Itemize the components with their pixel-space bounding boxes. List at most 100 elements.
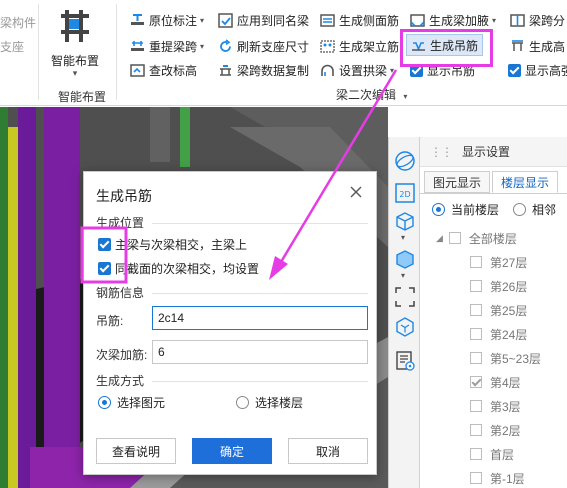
select-floor-label: 选择楼层 <box>255 396 304 410</box>
solid-view-button[interactable] <box>393 247 417 271</box>
all-floors-checkbox[interactable] <box>448 232 461 244</box>
floor-checkbox[interactable] <box>470 376 482 388</box>
floor-checkbox[interactable] <box>470 472 482 484</box>
floor-checkbox[interactable] <box>470 256 482 268</box>
set-arch-beam-button[interactable]: 设置拱梁 ▾ <box>320 60 394 80</box>
floor-list-item[interactable]: 第27层 <box>470 251 527 273</box>
floor-scope-radios: 当前楼层 相邻 <box>432 201 556 218</box>
chevron-down-icon[interactable]: ▾ <box>401 233 405 242</box>
select-frame-button[interactable] <box>393 285 417 309</box>
3d-view-button[interactable] <box>393 209 417 233</box>
checkbox-checked-icon <box>98 238 111 251</box>
all-floors-item[interactable]: ◢ 全部楼层 <box>436 227 517 249</box>
section-divider <box>152 223 368 224</box>
generate-side-rebar-label: 生成侧面筋 <box>339 13 400 28</box>
tab-element-display[interactable]: 图元显示 <box>424 171 491 193</box>
floor-label: 第5~23层 <box>490 351 542 366</box>
cancel-button[interactable]: 取消 <box>288 438 368 464</box>
chevron-down-icon: ▾ <box>390 65 395 75</box>
section-divider <box>152 381 368 382</box>
span-split-icon <box>510 13 525 27</box>
support-label[interactable]: 支座 <box>0 38 24 55</box>
chevron-down-icon[interactable]: ▾ <box>401 271 405 280</box>
copy-icon <box>220 64 231 76</box>
hanger-rebar-label: 吊筋: <box>96 314 124 328</box>
view-toolbar: 2D ▾ ▾ <box>388 137 420 488</box>
generate-beam-haunch-button[interactable]: 生成梁加腋 ▾ <box>410 10 496 30</box>
floor-list-item[interactable]: 第2层 <box>470 419 521 441</box>
chevron-down-icon: ▾ <box>72 68 78 78</box>
radio-select-element[interactable]: 选择图元 <box>98 394 165 411</box>
ok-button[interactable]: 确定 <box>192 438 272 464</box>
secondary-beam-extra-input[interactable] <box>152 340 368 364</box>
generate-erection-rebar-button[interactable]: 生成架立筋 <box>320 36 399 56</box>
smart-layout-button[interactable]: 智能布置 ▾ <box>42 4 108 82</box>
hanger-rebar-input[interactable] <box>152 306 368 330</box>
generate-height-button[interactable]: 生成高 <box>510 36 565 56</box>
floor-list-item[interactable]: 第4层 <box>470 371 521 393</box>
show-high-strength-checkbox[interactable]: 显示高强 <box>508 60 567 80</box>
floor-list-item[interactable]: 第24层 <box>470 323 527 345</box>
close-icon[interactable] <box>348 184 364 200</box>
floor-list-item[interactable]: 第-1层 <box>470 467 525 488</box>
check-elevation-button[interactable]: 查改标高 <box>130 60 197 80</box>
chevron-down-icon[interactable]: ▾ <box>403 92 407 101</box>
ribbon: 梁构件 支座 智能布置 ▾ 智能布置 原位标注 ▾ 重提梁跨 ▾ 查改标高 应用… <box>0 0 567 106</box>
generate-beam-haunch-label: 生成梁加腋 <box>429 13 490 28</box>
in-place-annotation-button[interactable]: 原位标注 ▾ <box>130 10 204 30</box>
floor-list-item[interactable]: 第25层 <box>470 299 527 321</box>
option-main-secondary-checkbox[interactable]: 主梁与次梁相交，主梁上 <box>98 236 247 253</box>
radio-related-floor[interactable] <box>513 203 527 216</box>
apply-same-name-beam-button[interactable]: 应用到同名梁 <box>218 10 309 30</box>
select-element-label: 选择图元 <box>117 396 166 410</box>
related-floor-label: 相邻 <box>532 203 557 217</box>
tab-floor-display[interactable]: 楼层显示 <box>492 171 559 193</box>
refresh-icon <box>220 38 231 52</box>
floor-list-item[interactable]: 第26层 <box>470 275 527 297</box>
chevron-down-icon: ▾ <box>492 15 497 25</box>
floor-list-item[interactable]: 首层 <box>470 443 514 465</box>
floor-label: 第2层 <box>490 423 521 438</box>
smart-layout-icon <box>61 10 89 42</box>
span-data-copy-button[interactable]: 梁跨数据复制 <box>218 60 309 80</box>
collapse-icon[interactable]: ◢ <box>436 233 443 244</box>
display-list-button[interactable] <box>393 349 417 373</box>
chevron-down-icon: ▾ <box>200 41 205 51</box>
re-extract-span-label: 重提梁跨 <box>149 39 198 54</box>
radio-select-floor[interactable]: 选择楼层 <box>236 394 303 411</box>
floor-checkbox[interactable] <box>470 400 482 412</box>
current-floor-label: 当前楼层 <box>451 203 500 217</box>
panel-header: ⋮⋮ 显示设置 <box>420 137 567 167</box>
floor-checkbox[interactable] <box>470 424 482 436</box>
select-frame-icon <box>395 287 415 307</box>
generate-side-rebar-button[interactable]: 生成侧面筋 <box>320 10 399 30</box>
ribbon-separator <box>116 4 117 100</box>
floor-checkbox[interactable] <box>470 352 482 364</box>
refresh-support-size-label: 刷新支座尺寸 <box>237 39 310 54</box>
view-help-button[interactable]: 查看说明 <box>96 438 176 464</box>
floor-checkbox[interactable] <box>470 328 482 340</box>
floor-list-item[interactable]: 第3层 <box>470 395 521 417</box>
panel-title: 显示设置 <box>462 145 511 159</box>
section-divider <box>152 293 368 294</box>
2d-view-button[interactable]: 2D <box>393 181 417 205</box>
tab-divider <box>420 193 567 194</box>
floor-label: 首层 <box>490 447 515 462</box>
checkbox-checked-icon <box>98 262 111 275</box>
floor-list-item[interactable]: 第5~23层 <box>470 347 541 369</box>
floor-checkbox[interactable] <box>470 304 482 316</box>
span-split-button[interactable]: 梁跨分 <box>510 10 565 30</box>
floor-checkbox[interactable] <box>470 448 482 460</box>
option-main-secondary-label: 主梁与次梁相交，主梁上 <box>115 238 248 252</box>
floor-label: 第3层 <box>490 399 521 414</box>
beam-component-label[interactable]: 梁构件 <box>0 14 36 31</box>
option-same-section-checkbox[interactable]: 同截面的次梁相交，均设置 <box>98 260 259 277</box>
re-extract-span-button[interactable]: 重提梁跨 ▾ <box>130 36 204 56</box>
radio-current-floor[interactable] <box>432 203 445 216</box>
layer-display-button[interactable] <box>393 315 417 339</box>
rotate-view-button[interactable] <box>393 149 417 173</box>
drag-handle-icon[interactable]: ⋮⋮ <box>430 145 453 159</box>
smart-layout-label: 智能布置 <box>50 54 99 68</box>
refresh-support-size-button[interactable]: 刷新支座尺寸 <box>218 36 309 56</box>
floor-checkbox[interactable] <box>470 280 482 292</box>
